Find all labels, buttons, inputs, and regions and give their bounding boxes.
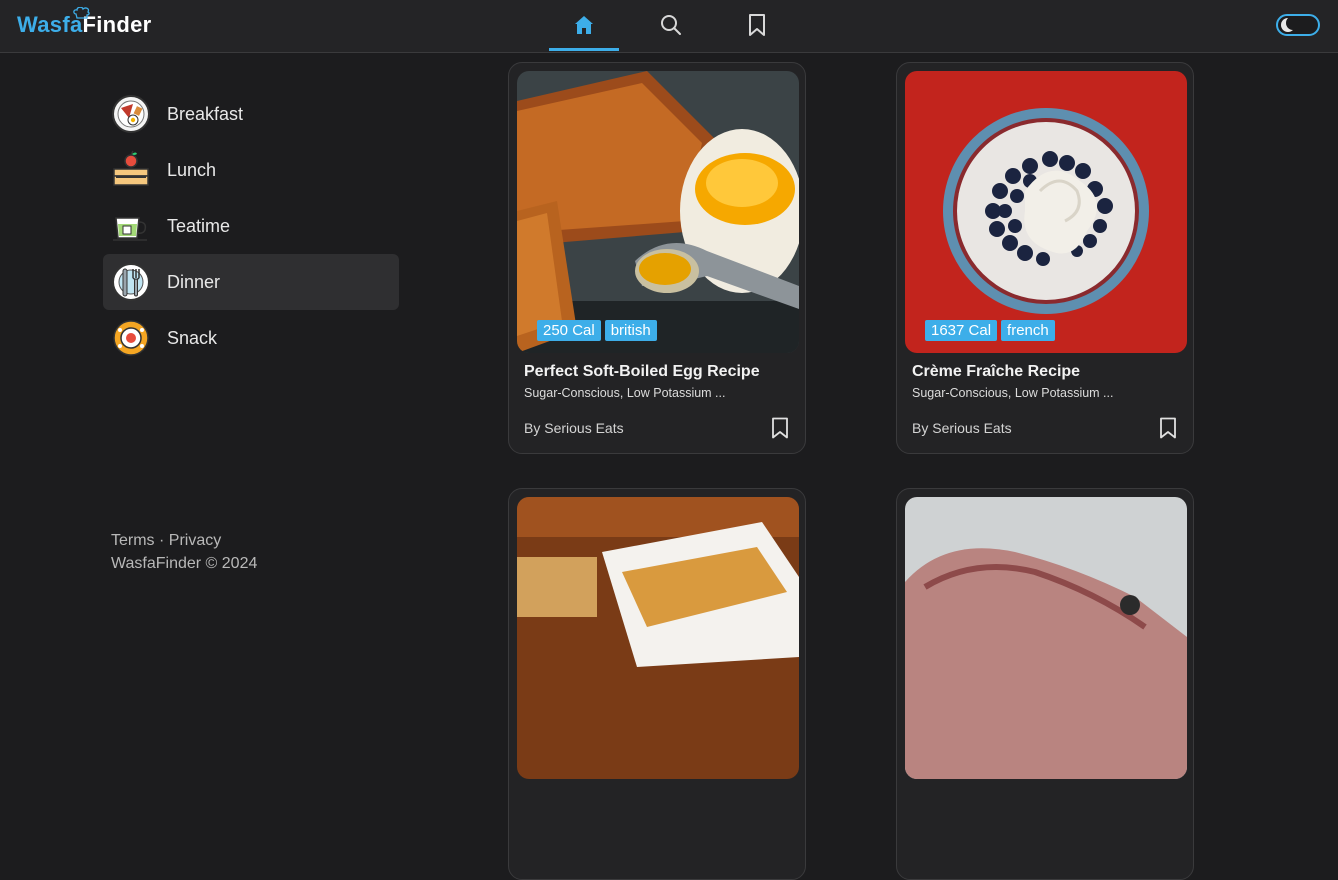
footer-separator: · — [154, 532, 169, 549]
recipe-card[interactable]: 250 Cal british Perfect Soft-Boiled Egg … — [508, 62, 806, 454]
recipe-card[interactable] — [508, 488, 806, 880]
sidebar-item-lunch[interactable]: Lunch — [103, 142, 399, 198]
recipe-title[interactable]: Perfect Soft-Boiled Egg Recipe — [524, 363, 760, 381]
sidebar-item-dinner[interactable]: Dinner — [103, 254, 399, 310]
recipe-health-labels: Sugar-Conscious, Low Potassium ... — [524, 386, 726, 400]
chef-hat-icon — [73, 7, 90, 19]
sidebar-item-teatime[interactable]: Teatime — [103, 198, 399, 254]
meal-type-sidebar: Breakfast Lunch Teatime Dinner Snack — [103, 86, 399, 366]
snack-icon — [111, 318, 151, 358]
recipe-health-labels: Sugar-Conscious, Low Potassium ... — [912, 386, 1114, 400]
footer: Terms · Privacy WasfaFinder © 2024 — [111, 529, 257, 575]
sidebar-label: Dinner — [167, 271, 221, 292]
sidebar-label: Lunch — [167, 159, 217, 180]
recipe-image[interactable]: 250 Cal british — [517, 71, 799, 353]
recipe-tags: 1637 Cal french — [925, 320, 1055, 341]
bookmark-icon — [749, 14, 765, 36]
recipe-tags: 250 Cal british — [537, 320, 657, 341]
dark-mode-toggle[interactable] — [1276, 14, 1320, 36]
home-icon — [575, 16, 593, 34]
sidebar-item-breakfast[interactable]: Breakfast — [103, 86, 399, 142]
breakfast-icon — [111, 94, 151, 134]
recipe-source: By Serious Eats — [524, 420, 624, 436]
cuisine-badge: british — [604, 320, 657, 341]
lunch-icon — [111, 150, 151, 190]
nav-search[interactable] — [636, 0, 706, 50]
bookmark-icon[interactable] — [1159, 417, 1177, 439]
recipe-image[interactable] — [517, 497, 799, 779]
recipe-image[interactable] — [905, 497, 1187, 779]
logo[interactable]: WasfaFinder — [17, 7, 152, 38]
teatime-icon — [111, 206, 151, 246]
privacy-link[interactable]: Privacy — [169, 532, 221, 549]
search-icon — [661, 15, 681, 35]
bookmark-icon[interactable] — [771, 417, 789, 439]
recipe-card[interactable] — [896, 488, 1194, 880]
recipe-image[interactable]: 1637 Cal french — [905, 71, 1187, 353]
calories-badge: 250 Cal — [537, 320, 601, 341]
nav-home[interactable] — [549, 0, 619, 51]
copyright: WasfaFinder © 2024 — [111, 555, 258, 572]
calories-badge: 1637 Cal — [925, 320, 998, 341]
moon-icon — [1281, 16, 1300, 32]
sidebar-item-snack[interactable]: Snack — [103, 310, 399, 366]
dinner-icon — [111, 262, 151, 302]
recipe-title[interactable]: Crème Fraîche Recipe — [912, 363, 1080, 381]
recipe-source: By Serious Eats — [912, 420, 1012, 436]
sidebar-label: Teatime — [167, 215, 231, 236]
sidebar-label: Breakfast — [167, 103, 244, 124]
logo-finder: Finder — [82, 12, 152, 37]
top-bar: WasfaFinder — [0, 0, 1338, 53]
sidebar-label: Snack — [167, 327, 218, 348]
recipe-card[interactable]: 1637 Cal french Crème Fraîche Recipe Sug… — [896, 62, 1194, 454]
nav-saved[interactable] — [722, 0, 792, 50]
terms-link[interactable]: Terms — [111, 532, 155, 549]
cuisine-badge: french — [1001, 320, 1055, 341]
